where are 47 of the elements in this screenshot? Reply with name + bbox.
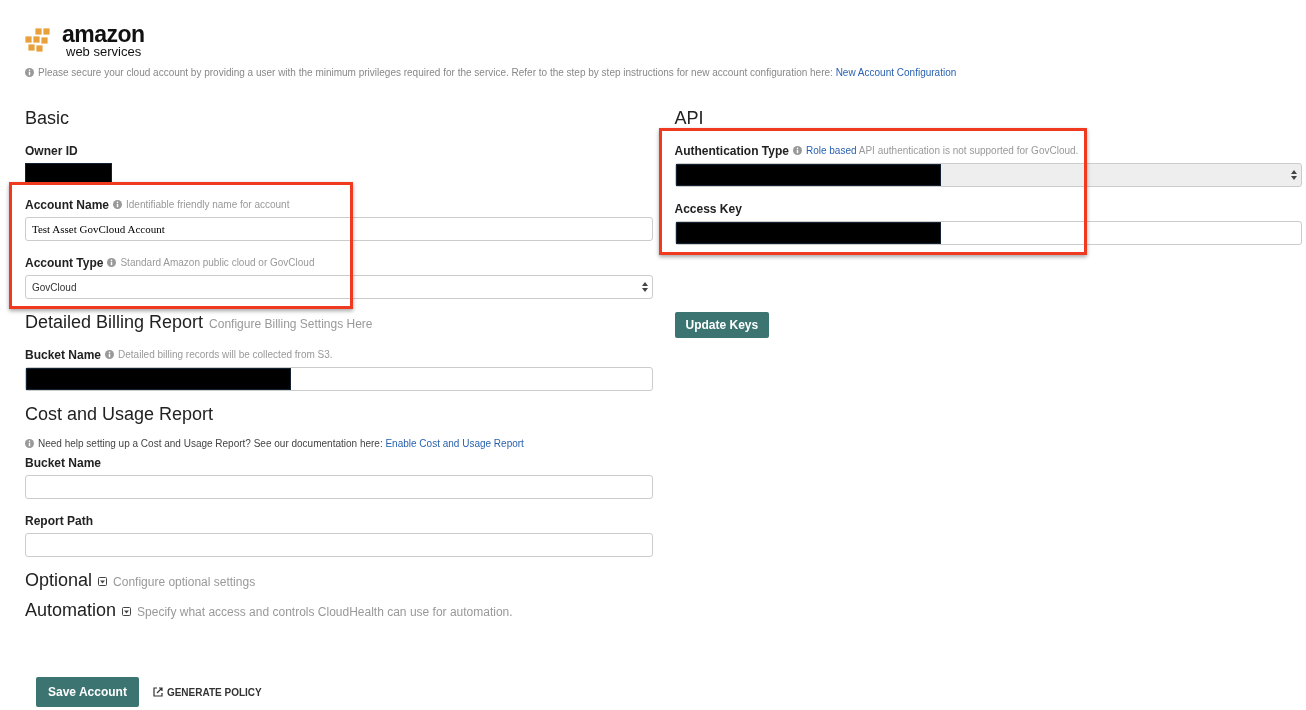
text-field[interactable] — [674, 221, 1302, 245]
info-icon — [105, 350, 115, 359]
field-hint: Identifiable friendly name for account — [126, 199, 290, 210]
section-subtitle: Specify what access and controls CloudHealth can use for automation. — [137, 605, 513, 619]
text-field[interactable] — [25, 367, 653, 391]
field-label: Report Path — [25, 513, 93, 528]
section-heading: Automation — [25, 600, 117, 621]
section-heading: Detailed Billing Report — [25, 312, 204, 333]
section-heading: Basic — [25, 108, 69, 129]
external-link-icon — [152, 687, 163, 697]
section-heading: API — [674, 108, 704, 129]
info-icon — [25, 67, 34, 77]
updown-caret-icon — [1291, 170, 1297, 180]
text-field[interactable]: Test Asset GovCloud Account — [25, 217, 653, 241]
field-hint: Role based API authentication is not supported for GovCloud. — [805, 145, 1079, 156]
info-icon — [107, 258, 117, 267]
logo-tagline: web services — [66, 45, 143, 58]
generate-policy-link[interactable]: GENERATE POLICY — [152, 686, 262, 698]
expand-toggle-icon[interactable] — [122, 606, 132, 616]
save-account-button[interactable]: Save Account — [36, 677, 139, 707]
info-icon — [25, 438, 34, 448]
section-subtitle: Configure optional settings — [113, 575, 256, 589]
field-label: Owner ID — [25, 143, 78, 158]
field-hint: Standard Amazon public cloud or GovCloud — [120, 257, 315, 268]
section-subtitle: Configure Billing Settings Here — [209, 317, 373, 331]
section-heading: Optional — [25, 570, 93, 591]
help-text: Need help setting up a Cost and Usage Report? See our documentation here: Enable Cost and Usage Report — [38, 437, 524, 449]
updown-caret-icon — [641, 282, 648, 292]
section-heading: Cost and Usage Report — [25, 404, 214, 425]
info-icon — [792, 146, 802, 155]
field-label: Bucket Name — [25, 455, 102, 470]
field-label: Account Name — [25, 197, 110, 212]
expand-toggle-icon[interactable] — [98, 576, 108, 586]
update-keys-button[interactable]: Update Keys — [674, 312, 770, 338]
text-field[interactable] — [25, 475, 653, 499]
field-label: Bucket Name — [25, 347, 102, 362]
field-label: Authentication Type — [674, 143, 789, 158]
field-label: Account Type — [25, 255, 104, 270]
info-icon — [113, 200, 123, 209]
field-hint: Detailed billing records will be collected from S3. — [118, 349, 333, 360]
notice-text: Please secure your cloud account by providing a user with the minimum privileges required for the service. Refer to the step by step instructions for new account configuration here: New Account Configuration — [38, 66, 957, 78]
new-account-configuration-link[interactable]: New Account Configuration — [835, 66, 957, 78]
logo-wordmark: amazon — [62, 23, 145, 46]
text-field[interactable] — [25, 533, 653, 557]
select-field[interactable]: GovCloud — [25, 275, 653, 299]
field-label: Access Key — [674, 201, 742, 216]
enable-report-link[interactable]: Enable Cost and Usage Report — [385, 437, 524, 449]
